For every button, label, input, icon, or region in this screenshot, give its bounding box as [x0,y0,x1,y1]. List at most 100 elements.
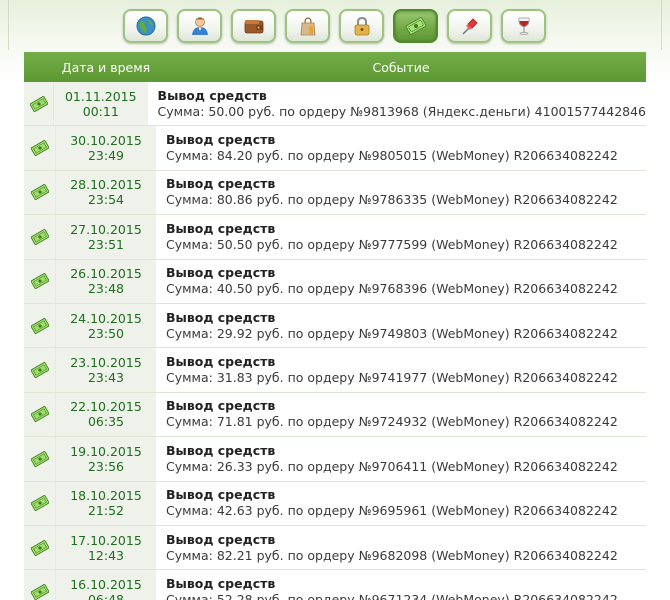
money-icon [24,481,56,525]
category-toolbar [123,9,546,43]
row-time: 23:54 [87,192,125,208]
row-time: 00:11 [82,103,119,119]
money-icon [24,82,54,126]
toolbar-button-wallet[interactable] [231,9,276,43]
event-title: Вывод средств [166,132,276,148]
row-time: 12:43 [87,547,125,563]
row-event: Вывод средств Сумма: 82.21 руб. по ордер… [156,525,646,570]
event-detail: Сумма: 31.83 руб. по ордеру №9741977 (We… [166,370,618,386]
money-icon [24,437,56,481]
table-row: 23.10.2015 23:43 Вывод средств Сумма: 31… [24,348,646,393]
toolbar-button-lock[interactable] [339,9,384,43]
row-date: 30.10.2015 [70,133,142,149]
money-icon [24,126,56,170]
event-title: Вывод средств [166,442,276,458]
row-date: 01.11.2015 [64,88,137,104]
padlock-icon [351,15,373,37]
row-time: 21:52 [87,503,125,519]
row-date: 16.10.2015 [70,576,142,592]
toolbar-button-money[interactable] [393,9,438,43]
table-row: 16.10.2015 06:48 Вывод средств Сумма: 52… [24,570,646,600]
shopping-bag-icon [297,15,319,37]
event-detail: Сумма: 82.21 руб. по ордеру №9682098 (We… [166,547,618,563]
toolbar-button-shopping[interactable] [285,9,330,43]
money-icon [24,170,56,215]
row-event: Вывод средств Сумма: 26.33 руб. по ордер… [156,437,646,481]
row-datetime: 28.10.2015 23:54 [56,170,156,215]
event-detail: Сумма: 80.86 руб. по ордеру №9786335 (We… [166,192,618,208]
table-row: 01.11.2015 00:11 Вывод средств Сумма: 50… [24,82,646,127]
event-title: Вывод средств [166,487,276,503]
row-date: 22.10.2015 [70,399,142,415]
table-row: 26.10.2015 23:48 Вывод средств Сумма: 40… [24,259,646,304]
header-event: Событие [372,59,430,75]
event-title: Вывод средств [157,87,267,103]
row-event: Вывод средств Сумма: 40.50 руб. по ордер… [156,259,646,303]
row-date: 26.10.2015 [70,266,142,282]
table-body: 01.11.2015 00:11 Вывод средств Сумма: 50… [24,82,646,600]
event-title: Вывод средств [166,398,276,414]
toolbar-button-user[interactable] [177,9,222,43]
row-datetime: 19.10.2015 23:56 [56,437,156,481]
toolbar-button-pushpin[interactable] [447,9,492,43]
row-datetime: 17.10.2015 12:43 [56,525,156,570]
row-date: 19.10.2015 [70,443,142,459]
table-row: 30.10.2015 23:49 Вывод средств Сумма: 84… [24,126,646,171]
row-time: 23:43 [87,370,125,386]
money-icon [24,215,56,259]
row-date: 18.10.2015 [70,488,142,504]
toolbar-button-globe[interactable] [123,9,168,43]
event-detail: Сумма: 40.50 руб. по ордеру №9768396 (We… [166,281,618,297]
table-row: 24.10.2015 23:50 Вывод средств Сумма: 29… [24,303,646,349]
row-event: Вывод средств Сумма: 80.86 руб. по ордер… [156,170,646,215]
row-time: 06:48 [87,591,125,600]
header-datetime: Дата и время [61,59,151,75]
money-icon [24,348,56,392]
money-icon [24,525,56,570]
row-event: Вывод средств Сумма: 84.20 руб. по ордер… [156,126,646,170]
event-detail: Сумма: 50.50 руб. по ордеру №9777599 (We… [166,236,618,252]
event-title: Вывод средств [166,354,276,370]
table-row: 27.10.2015 23:51 Вывод средств Сумма: 50… [24,215,646,260]
history-table: Дата и время Событие 01.11.2015 00:11 Вы… [24,52,646,600]
globe-icon [135,15,157,37]
event-detail: Сумма: 26.33 руб. по ордеру №9706411 (We… [166,458,618,474]
table-row: 17.10.2015 12:43 Вывод средств Сумма: 82… [24,525,646,571]
event-detail: Сумма: 52.28 руб. по ордеру №9671234 (We… [166,591,618,600]
event-detail: Сумма: 50.00 руб. по ордеру №9813968 (Ян… [157,103,646,119]
toolbar-button-wine[interactable] [501,9,546,43]
event-detail: Сумма: 29.92 руб. по ордеру №9749803 (We… [166,325,618,341]
row-event: Вывод средств Сумма: 42.63 руб. по ордер… [156,481,646,525]
row-date: 24.10.2015 [70,310,142,326]
row-event: Вывод средств Сумма: 29.92 руб. по ордер… [156,303,646,348]
table-row: 18.10.2015 21:52 Вывод средств Сумма: 42… [24,481,646,526]
table-row: 28.10.2015 23:54 Вывод средств Сумма: 80… [24,170,646,216]
row-event: Вывод средств Сумма: 31.83 руб. по ордер… [156,348,646,392]
event-title: Вывод средств [166,176,276,192]
row-datetime: 18.10.2015 21:52 [56,481,156,525]
row-datetime: 26.10.2015 23:48 [56,259,156,303]
row-date: 28.10.2015 [70,177,142,193]
row-time: 23:56 [87,458,125,474]
row-date: 27.10.2015 [70,221,142,237]
event-detail: Сумма: 84.20 руб. по ордеру №9805015 (We… [166,148,618,164]
user-icon [189,15,211,37]
row-time: 23:48 [87,281,125,297]
money-icon [24,392,56,437]
table-header: Дата и время Событие [24,52,646,82]
event-title: Вывод средств [166,220,276,236]
row-event: Вывод средств Сумма: 71.81 руб. по ордер… [156,392,646,437]
wallet-icon [243,15,265,37]
row-datetime: 23.10.2015 23:43 [56,348,156,392]
money-icon [405,15,427,37]
row-time: 23:49 [87,148,125,164]
row-time: 23:50 [87,325,125,341]
row-time: 23:51 [87,236,125,252]
row-date: 17.10.2015 [70,532,142,548]
row-event: Вывод средств Сумма: 52.28 руб. по ордер… [156,570,646,600]
event-title: Вывод средств [166,575,276,591]
table-row: 19.10.2015 23:56 Вывод средств Сумма: 26… [24,437,646,482]
row-datetime: 22.10.2015 06:35 [56,392,156,437]
row-date: 23.10.2015 [70,355,142,371]
row-event: Вывод средств Сумма: 50.50 руб. по ордер… [156,215,646,259]
